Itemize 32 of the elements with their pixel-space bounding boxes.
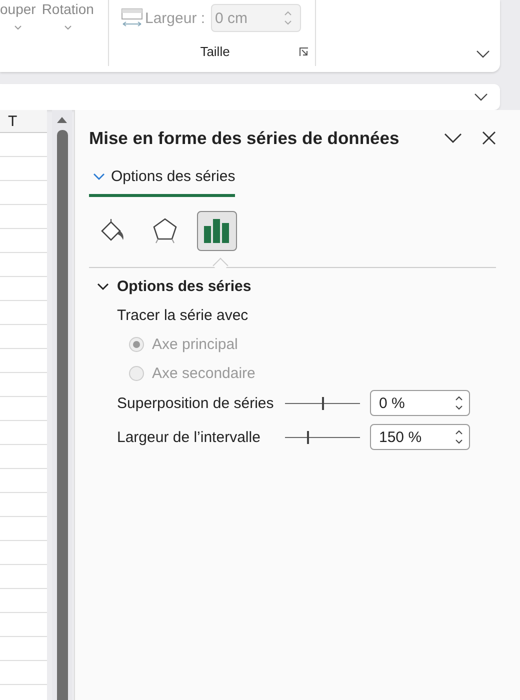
caret-icon[interactable] — [444, 133, 462, 143]
pentagon-icon — [152, 217, 178, 245]
width-label: Largeur : — [145, 10, 206, 26]
plot-on-label: Tracer la série avec — [117, 307, 250, 324]
caret-icon — [64, 25, 72, 30]
dialog-launcher-icon[interactable] — [299, 46, 309, 56]
scrollbar[interactable] — [52, 110, 72, 700]
width-icon — [121, 8, 143, 28]
spinner-icon — [455, 395, 463, 411]
column-header[interactable]: T — [0, 110, 47, 133]
chevron-icon — [93, 172, 105, 180]
pane-title: Mise en forme des séries de données — [89, 128, 400, 148]
caret-icon[interactable] — [474, 93, 488, 101]
ribbon-button[interactable]: ouper — [0, 0, 36, 31]
spin-field[interactable]: 0 % — [370, 390, 470, 416]
chevron-icon — [97, 282, 109, 290]
spinner-icon — [284, 10, 292, 26]
caret-icon[interactable] — [476, 50, 490, 58]
section-header[interactable]: Options des séries — [89, 278, 252, 295]
ribbon-button[interactable]: Rotation — [42, 0, 94, 31]
slider-label: Largeur de l’intervalle — [117, 428, 262, 446]
tab[interactable]: Options des séries — [89, 166, 236, 197]
spinner-icon — [455, 429, 463, 445]
scroll-thumb[interactable] — [56, 130, 68, 700]
bar-chart-icon — [203, 218, 231, 244]
slider-label: Superposition de séries — [117, 394, 275, 412]
spin-field[interactable]: 150 % — [370, 424, 470, 450]
scroll-up-icon[interactable] — [56, 116, 68, 124]
icon-tab[interactable] — [197, 211, 237, 251]
caret-icon — [14, 25, 22, 30]
close-icon[interactable] — [482, 131, 496, 145]
group-label: Taille — [199, 44, 230, 59]
